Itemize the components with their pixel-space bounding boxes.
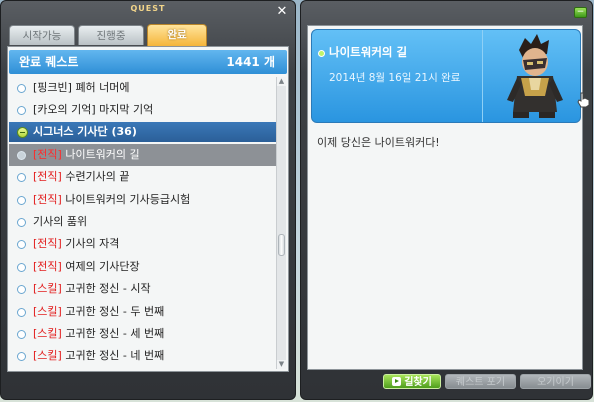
quest-title: [카오의 기억] 마지막 기억 — [33, 103, 154, 117]
quest-list-window: QUEST ✕ 시작가능 진행중 완료 완료 퀘스트 1441 개 [핑크빈] … — [0, 0, 296, 400]
quest-row[interactable]: [전직] 여제의 기사단장 — [9, 256, 277, 278]
scroll-up-icon[interactable]: ▲ — [277, 77, 286, 86]
quest-title: 여제의 기사단장 — [61, 259, 140, 273]
quest-row[interactable]: [전직] 수련기사의 끝 — [9, 166, 277, 188]
quest-tag: [전직] — [33, 170, 62, 184]
quest-bullet-icon — [17, 173, 26, 183]
window-title: QUEST — [130, 4, 166, 13]
hand-cursor-icon — [577, 92, 590, 108]
scroll-down-icon[interactable]: ▼ — [277, 360, 286, 369]
tab-completed[interactable]: 완료 — [147, 24, 207, 46]
quest-list: [핑크빈] 폐허 너머에 [카오의 기억] 마지막 기억시그너스 기사단 (36)… — [9, 77, 277, 368]
quest-bullet-icon — [17, 307, 26, 317]
quest-count: 1441 개 — [226, 55, 275, 69]
quest-title: 시그너스 기사단 (36) — [33, 124, 137, 138]
scroll-thumb[interactable] — [278, 234, 285, 256]
quest-name: 나이트워커의 길 — [329, 45, 408, 59]
list-header-label: 완료 퀘스트 — [19, 55, 79, 69]
quest-title: 수련기사의 끝 — [61, 170, 130, 184]
quest-title: 고귀한 정신 - 네 번째 — [61, 349, 165, 363]
completion-date: 2014년 8월 16일 21시 완료 — [329, 72, 461, 84]
quest-title: 나이트워커의 기사등급시험 — [61, 192, 191, 206]
quest-description: 이제 당신은 나이트워커다! — [317, 136, 440, 149]
quest-title: 고귀한 정신 - 시작 — [61, 282, 151, 296]
find-path-button[interactable]: 길찾기 — [383, 374, 441, 389]
quest-bullet-icon — [17, 217, 26, 227]
quest-bullet-icon — [17, 106, 26, 116]
quest-bullet-icon — [17, 329, 26, 339]
quest-row[interactable]: 기사의 품위 — [9, 211, 277, 233]
quest-tag: [전직] — [33, 192, 62, 206]
navigate-icon — [392, 377, 402, 386]
quest-detail-panel: 나이트워커의 길 2014년 8월 16일 21시 완료 이제 당신은 나이트워… — [307, 25, 583, 370]
quest-tag: [스킬] — [33, 349, 62, 363]
quest-tag: [전직] — [33, 237, 62, 251]
quest-tag: [전직] — [33, 259, 62, 273]
quest-tag: [스킬] — [33, 304, 62, 318]
share-button[interactable]: 오기이기 — [520, 374, 591, 389]
quest-bullet-icon — [17, 240, 26, 250]
category-row[interactable]: 시그너스 기사단 (36) — [9, 121, 277, 142]
quest-title: 고귀한 정신 - 두 번째 — [61, 304, 165, 318]
quest-title: 기사의 자격 — [61, 237, 120, 251]
scrollbar[interactable]: ▲ ▼ — [276, 77, 286, 369]
quest-row[interactable]: [스킬] 고귀한 정신 - 두 번째 — [9, 301, 277, 323]
quest-bullet-icon — [17, 84, 26, 93]
quest-row[interactable]: [스킬] 고귀한 정신 - 네 번째 — [9, 345, 277, 367]
list-header: 완료 퀘스트 1441 개 — [9, 50, 287, 74]
quest-row[interactable]: [스킬] 고귀한 정신 - 세 번째 — [9, 323, 277, 345]
quest-tag: [스킬] — [33, 326, 62, 340]
collapse-icon — [17, 126, 28, 138]
quest-info-card: 나이트워커의 길 2014년 8월 16일 21시 완료 — [311, 29, 581, 123]
tab-in-progress[interactable]: 진행중 — [78, 25, 144, 45]
quest-row[interactable]: [전직] 나이트워커의 기사등급시험 — [9, 189, 277, 211]
quest-list-panel: 완료 퀘스트 1441 개 [핑크빈] 폐허 너머에 [카오의 기억] 마지막 기… — [7, 46, 289, 372]
quest-tag: [전직] — [33, 147, 62, 161]
minimize-icon[interactable]: − — [574, 7, 587, 18]
quest-bullet-icon — [17, 262, 26, 272]
quest-detail-window: − 나이트워커의 길 2014년 8월 16일 21시 완료 이제 당신은 나이… — [300, 0, 593, 400]
quest-row[interactable]: [핑크빈] 폐허 너머에 — [9, 77, 277, 99]
quest-title: 고귀한 정신 - 세 번째 — [61, 326, 165, 340]
tab-available[interactable]: 시작가능 — [9, 25, 75, 45]
quest-title: 기사의 품위 — [33, 214, 88, 228]
quest-bullet-icon — [17, 352, 26, 362]
quest-bullet-icon — [17, 285, 26, 295]
status-dot-icon — [318, 50, 325, 57]
quest-row[interactable]: [스킬] 고귀한 정신 - 시작 — [9, 278, 277, 300]
find-path-label: 길찾기 — [404, 377, 432, 388]
give-up-button[interactable]: 퀘스트 포기 — [445, 374, 516, 389]
close-icon[interactable]: ✕ — [275, 5, 289, 19]
quest-bullet-icon — [17, 195, 26, 205]
quest-title: [핑크빈] 폐허 너머에 — [33, 81, 130, 94]
quest-tag: [스킬] — [33, 282, 62, 296]
quest-bullet-icon — [17, 150, 26, 160]
quest-title: 나이트워커의 길 — [61, 147, 140, 161]
quest-row[interactable]: [전직] 기사의 자격 — [9, 233, 277, 255]
quest-row[interactable]: [카오의 기억] 마지막 기억 — [9, 99, 277, 121]
npc-portrait-icon — [482, 30, 580, 122]
quest-row[interactable]: [전직] 나이트워커의 길 — [9, 143, 277, 167]
